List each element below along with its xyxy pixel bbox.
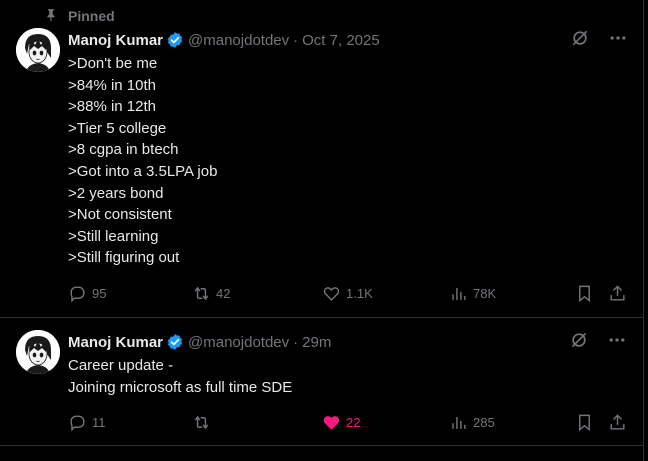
view-count: 285 (473, 414, 495, 430)
bookmark-icon (579, 285, 590, 302)
repost-icon (194, 286, 209, 300)
post-line: >Not consistent (68, 206, 172, 224)
pin-icon (44, 8, 58, 25)
share-icon (610, 413, 625, 430)
post-header: Manoj Kumar @manojdotdev · Oct 7, 2025 (68, 30, 380, 50)
pinned-label: Pinned (68, 8, 115, 24)
post-line: >2 years bond (68, 184, 164, 202)
post-line: Joining rnicrosoft as full time SDE (68, 378, 293, 396)
post-line: >Don't be me (68, 55, 158, 72)
post-top-actions (569, 332, 627, 352)
view-count: 78K (473, 285, 497, 301)
verified-badge-icon (167, 334, 183, 350)
views-icon (452, 287, 466, 300)
post-line: >Still figuring out (68, 249, 180, 267)
views-button[interactable]: 78K (449, 283, 496, 303)
bookmark-button[interactable] (575, 283, 594, 303)
views-icon (452, 416, 466, 429)
timeline: Pinned Manoj Kumar @manojdotdev · Oct 7,… (0, 0, 644, 461)
separator-dot: · (293, 31, 299, 49)
reply-count: 11 (92, 414, 106, 430)
post-header: Manoj Kumar @manojdotdev · 29m (68, 332, 331, 352)
like-button[interactable]: 1.1K (322, 283, 373, 303)
author-name[interactable]: Manoj Kumar (68, 32, 163, 49)
heart-filled-icon (323, 415, 340, 430)
repost-icon (194, 415, 209, 429)
post-line: >88% in 12th (68, 98, 156, 116)
grok-icon[interactable] (570, 28, 590, 53)
post-actions: 95 42 1.1K 78K (68, 283, 628, 303)
post-timestamp[interactable]: Oct 7, 2025 (302, 32, 380, 49)
repost-button[interactable]: 42 (192, 283, 230, 303)
more-options-icon[interactable] (608, 28, 628, 53)
like-count: 22 (346, 414, 361, 430)
share-button[interactable] (608, 283, 627, 303)
heart-icon (323, 286, 340, 301)
post-text: Career update - Joining rnicrosoft as fu… (68, 355, 292, 398)
author-handle[interactable]: @manojdotdev (188, 32, 289, 49)
repost-count: 42 (216, 285, 231, 301)
reply-button[interactable]: 11 (68, 412, 106, 432)
bookmark-button[interactable] (575, 412, 594, 432)
post-actions: 11 22 285 (68, 412, 628, 432)
separator-dot: · (293, 333, 299, 351)
post-line: Career update - (68, 357, 174, 374)
post-line: >8 cgpa in btech (68, 141, 179, 159)
avatar[interactable] (16, 28, 60, 72)
like-button[interactable]: 22 (322, 412, 360, 432)
author-handle[interactable]: @manojdotdev (188, 334, 289, 351)
post-text: >Don't be me >84% in 10th >88% in 12th >… (68, 53, 217, 269)
share-button[interactable] (608, 412, 627, 432)
reply-count: 95 (92, 285, 107, 301)
reply-icon (70, 285, 85, 302)
reply-icon (70, 414, 85, 431)
avatar[interactable] (16, 330, 60, 374)
bookmark-icon (579, 414, 590, 431)
post-line: >Got into a 3.5LPA job (68, 162, 218, 180)
more-options-icon[interactable] (607, 330, 627, 355)
grok-icon[interactable] (569, 330, 589, 355)
repost-button[interactable] (192, 412, 216, 432)
post-line: >Still learning (68, 227, 159, 245)
post-top-actions (570, 30, 628, 50)
pinned-indicator: Pinned (44, 7, 115, 25)
like-count: 1.1K (346, 285, 373, 301)
views-button[interactable]: 285 (449, 412, 495, 432)
author-name[interactable]: Manoj Kumar (68, 334, 163, 351)
post-line: >84% in 10th (68, 76, 156, 94)
verified-badge-icon (167, 32, 183, 48)
post-line: >Tier 5 college (68, 119, 167, 137)
share-icon (610, 284, 625, 301)
post-timestamp[interactable]: 29m (302, 334, 331, 351)
pinned-post[interactable]: Pinned Manoj Kumar @manojdotdev · Oct 7,… (0, 0, 644, 318)
reply-button[interactable]: 95 (68, 283, 106, 303)
